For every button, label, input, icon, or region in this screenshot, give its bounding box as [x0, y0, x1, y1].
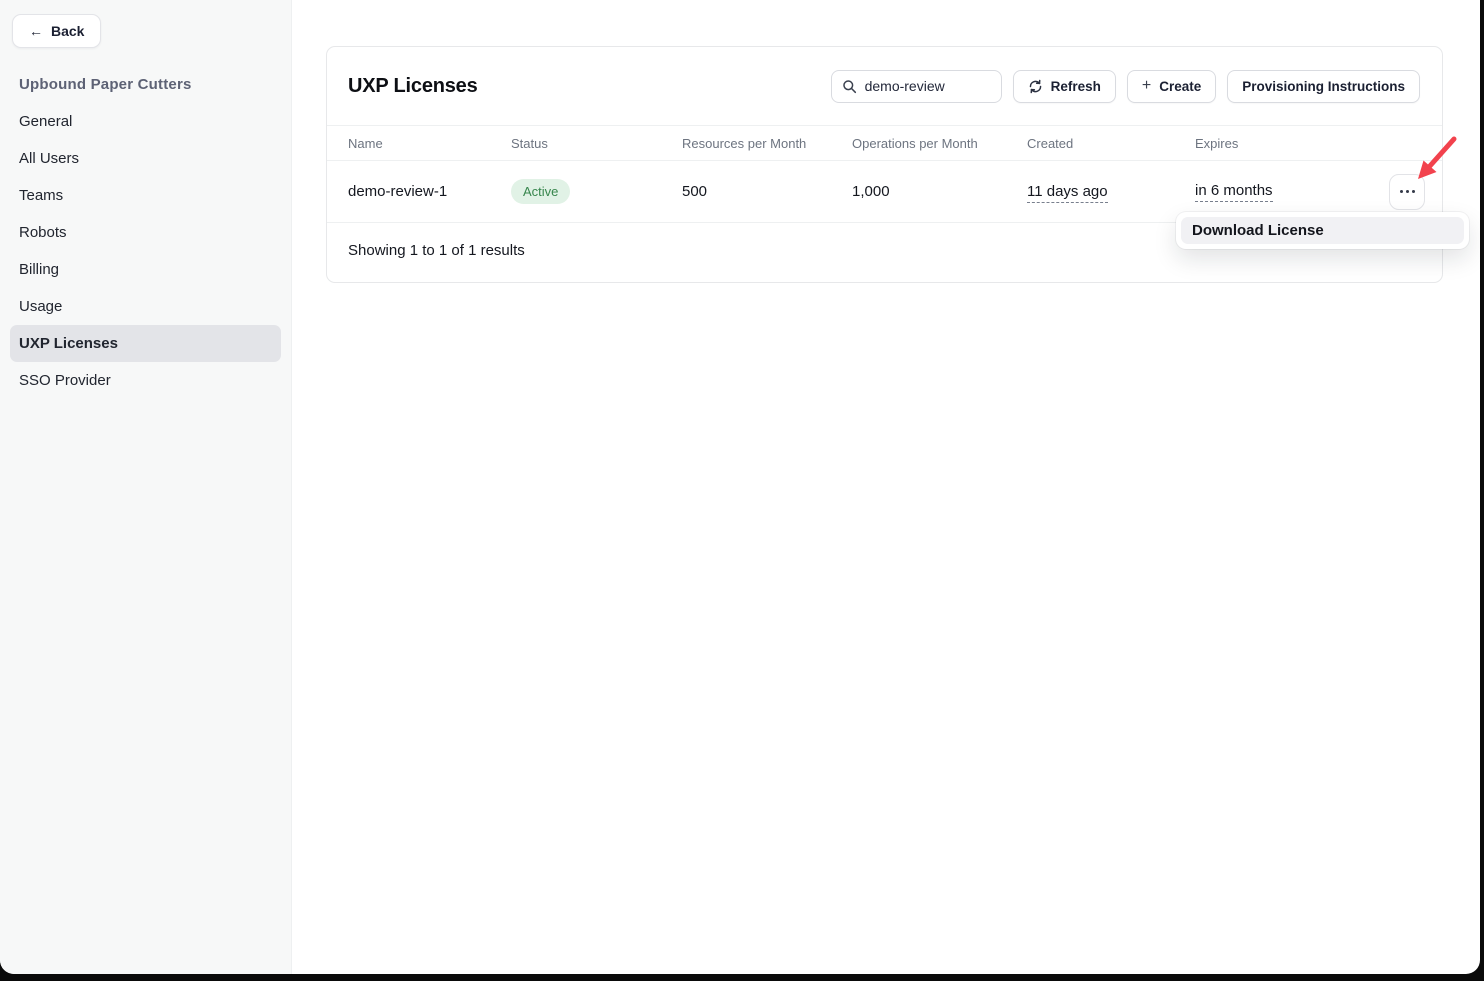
search-box — [831, 70, 1002, 103]
cell-name: demo-review-1 — [348, 183, 511, 200]
create-button-label: Create — [1159, 79, 1201, 94]
status-badge: Active — [511, 179, 570, 204]
org-title: Upbound Paper Cutters — [19, 76, 192, 93]
arrow-left-icon: ← — [29, 23, 43, 39]
cell-expires: in 6 months — [1195, 174, 1442, 210]
column-header-name: Name — [348, 136, 511, 151]
page-title: UXP Licenses — [348, 75, 478, 98]
row-actions-button[interactable] — [1389, 174, 1425, 210]
column-header-created: Created — [1027, 136, 1195, 151]
provisioning-instructions-button[interactable]: Provisioning Instructions — [1227, 70, 1420, 103]
column-header-status: Status — [511, 136, 682, 151]
app-window: ← Back Upbound Paper Cutters General All… — [0, 0, 1480, 974]
back-button-label: Back — [51, 23, 84, 39]
expires-relative-time: in 6 months — [1195, 182, 1273, 202]
sidebar-item-all-users[interactable]: All Users — [10, 140, 281, 177]
sidebar-item-robots[interactable]: Robots — [10, 214, 281, 251]
ellipsis-icon — [1400, 190, 1415, 193]
column-header-expires: Expires — [1195, 136, 1442, 151]
sidebar-nav: General All Users Teams Robots Billing U… — [0, 103, 291, 399]
refresh-button[interactable]: Refresh — [1013, 70, 1116, 103]
sidebar-item-uxp-licenses[interactable]: UXP Licenses — [10, 325, 281, 362]
cell-resources-per-month: 500 — [682, 183, 852, 200]
sidebar-item-general[interactable]: General — [10, 103, 281, 140]
search-input[interactable] — [865, 78, 991, 94]
provisioning-button-label: Provisioning Instructions — [1242, 79, 1405, 94]
plus-icon: + — [1142, 78, 1151, 94]
sidebar-item-teams[interactable]: Teams — [10, 177, 281, 214]
card-header: UXP Licenses Refresh — [327, 47, 1442, 126]
cell-created: 11 days ago — [1027, 183, 1195, 200]
cell-status: Active — [511, 179, 682, 204]
create-button[interactable]: + Create — [1127, 70, 1216, 103]
sidebar-item-billing[interactable]: Billing — [10, 251, 281, 288]
sidebar-item-usage[interactable]: Usage — [10, 288, 281, 325]
refresh-icon — [1028, 79, 1043, 94]
table-header-row: Name Status Resources per Month Operatio… — [327, 126, 1442, 161]
column-header-resources: Resources per Month — [682, 136, 852, 151]
card-controls: Refresh + Create Provisioning Instructio… — [831, 70, 1420, 103]
search-icon — [842, 79, 857, 94]
settings-sidebar: ← Back Upbound Paper Cutters General All… — [0, 0, 292, 974]
menu-item-download-license[interactable]: Download License — [1181, 217, 1464, 244]
created-relative-time: 11 days ago — [1027, 183, 1108, 203]
column-header-operations: Operations per Month — [852, 136, 1027, 151]
refresh-button-label: Refresh — [1051, 79, 1101, 94]
back-button[interactable]: ← Back — [12, 14, 101, 48]
sidebar-item-sso-provider[interactable]: SSO Provider — [10, 362, 281, 399]
row-actions-menu: Download License — [1176, 212, 1469, 249]
cell-operations-per-month: 1,000 — [852, 183, 1027, 200]
